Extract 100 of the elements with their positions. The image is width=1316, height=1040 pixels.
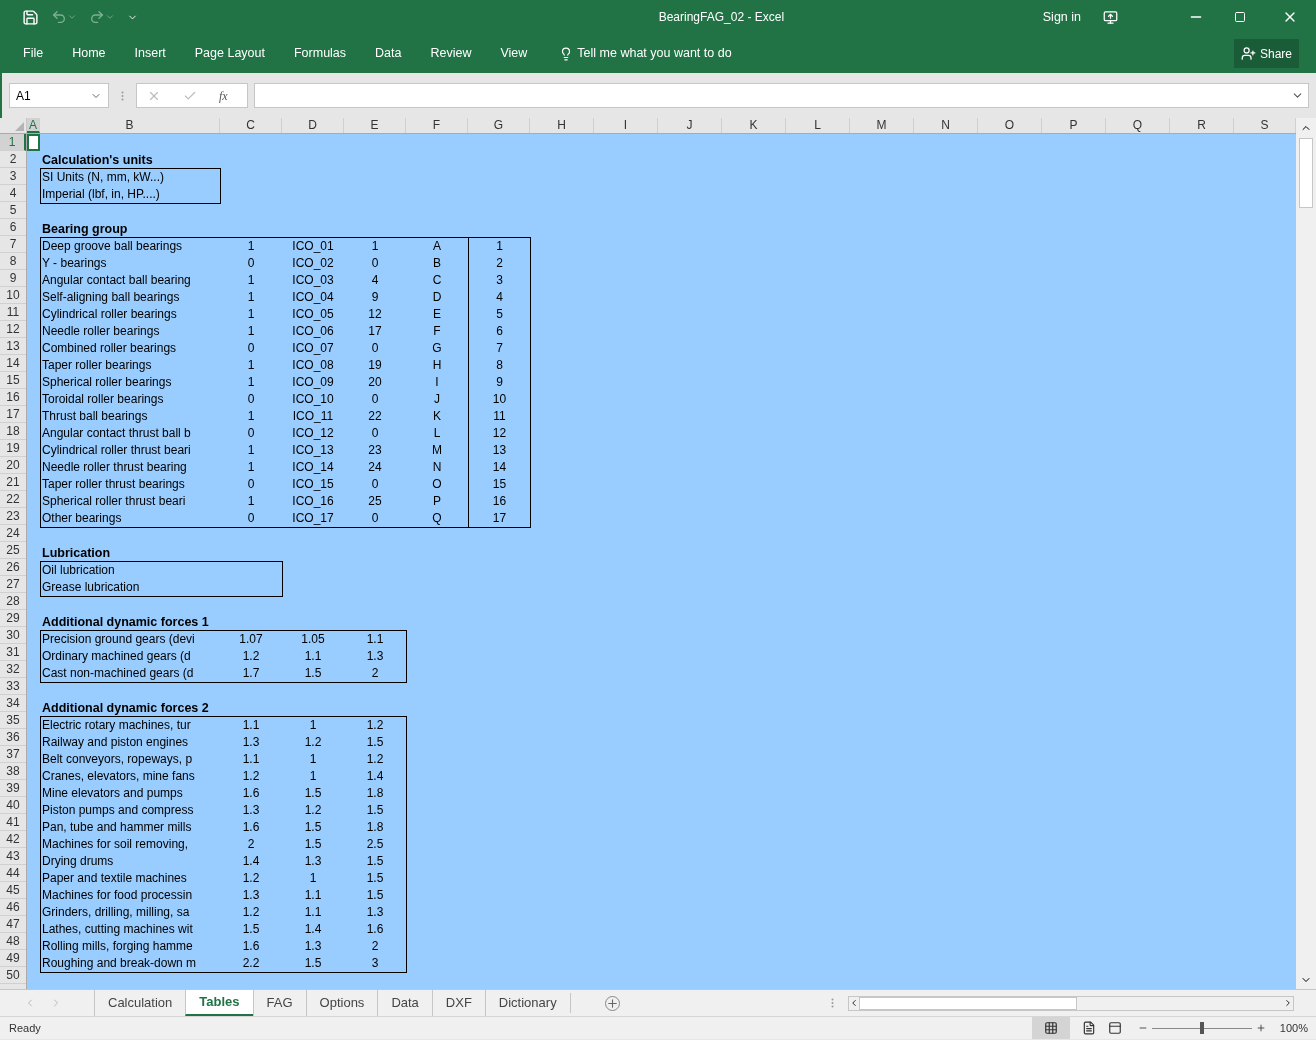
page-layout-icon[interactable] — [1081, 1021, 1096, 1035]
row-header[interactable]: 38 — [0, 763, 26, 780]
row-header[interactable]: 43 — [0, 848, 26, 865]
column-header[interactable]: P — [1042, 118, 1106, 133]
row-header[interactable]: 3 — [0, 168, 26, 185]
zoom-in-icon[interactable] — [1255, 1023, 1266, 1033]
vertical-scrollbar[interactable] — [1296, 118, 1316, 989]
row-header[interactable]: 13 — [0, 338, 26, 355]
sign-in-link[interactable]: Sign in — [1042, 7, 1081, 27]
split-handle-icon[interactable] — [831, 998, 834, 1008]
drag-handle-icon[interactable] — [121, 90, 124, 101]
normal-view-icon[interactable] — [1043, 1021, 1058, 1035]
ribbon-tab[interactable]: Insert — [123, 44, 177, 63]
row-header[interactable]: 31 — [0, 644, 26, 661]
row-header[interactable]: 40 — [0, 797, 26, 814]
column-header[interactable]: D — [282, 118, 344, 133]
row-header[interactable]: 32 — [0, 661, 26, 678]
column-header[interactable]: E — [344, 118, 406, 133]
column-header[interactable]: M — [850, 118, 914, 133]
row-header[interactable]: 44 — [0, 865, 26, 882]
row-header[interactable]: 36 — [0, 729, 26, 746]
page-break-icon[interactable] — [1107, 1021, 1122, 1035]
column-header[interactable]: Q — [1106, 118, 1170, 133]
row-header[interactable]: 11 — [0, 304, 26, 321]
row-header[interactable]: 15 — [0, 372, 26, 389]
zoom-level[interactable]: 100% — [1279, 1019, 1308, 1037]
row-header[interactable]: 41 — [0, 814, 26, 831]
column-header[interactable]: H — [530, 118, 594, 133]
row-header[interactable]: 9 — [0, 270, 26, 287]
column-header[interactable]: O — [978, 118, 1042, 133]
row-header[interactable]: 45 — [0, 882, 26, 899]
row-header[interactable]: 27 — [0, 576, 26, 593]
row-header[interactable]: 8 — [0, 253, 26, 270]
column-header[interactable]: K — [722, 118, 786, 133]
ribbon-tab[interactable]: File — [12, 44, 55, 63]
column-header[interactable]: B — [40, 118, 220, 133]
column-header[interactable]: L — [786, 118, 850, 133]
insert-function-button[interactable]: fx — [219, 86, 228, 105]
row-header[interactable]: 7 — [0, 236, 26, 253]
row-header[interactable]: 49 — [0, 950, 26, 967]
save-icon[interactable] — [22, 8, 39, 26]
row-header[interactable]: 19 — [0, 440, 26, 457]
ribbon-tab[interactable]: View — [489, 44, 539, 63]
ribbon-tab[interactable]: Page Layout — [183, 44, 276, 63]
row-header[interactable]: 29 — [0, 610, 26, 627]
column-header[interactable]: R — [1170, 118, 1234, 133]
row-header[interactable]: 16 — [0, 389, 26, 406]
row-header[interactable]: 2 — [0, 151, 26, 168]
row-header[interactable]: 12 — [0, 321, 26, 338]
row-header[interactable]: 50 — [0, 967, 26, 984]
row-header[interactable]: 20 — [0, 457, 26, 474]
scroll-thumb[interactable] — [1299, 138, 1313, 208]
ribbon-tab[interactable]: Data — [364, 44, 413, 63]
column-header[interactable]: C — [220, 118, 282, 133]
row-header[interactable]: 26 — [0, 559, 26, 576]
row-header[interactable]: 48 — [0, 933, 26, 950]
maximize-icon[interactable] — [1234, 11, 1246, 23]
ribbon-tab[interactable]: Review — [419, 44, 483, 63]
scroll-right-icon[interactable] — [1283, 998, 1293, 1008]
row-header[interactable]: 33 — [0, 678, 26, 695]
name-box[interactable]: A1 — [9, 83, 109, 108]
horizontal-scrollbar[interactable] — [848, 995, 1294, 1011]
column-header[interactable]: F — [406, 118, 468, 133]
tell-me-field[interactable]: Tell me what you want to do — [577, 44, 732, 63]
row-header[interactable]: 30 — [0, 627, 26, 644]
row-header[interactable]: 10 — [0, 287, 26, 304]
redo-icon[interactable] — [89, 9, 105, 25]
row-header[interactable]: 1 — [0, 134, 26, 151]
row-header[interactable]: 14 — [0, 355, 26, 372]
share-button[interactable]: Share — [1233, 39, 1299, 68]
sheet-tab[interactable]: Tables — [185, 990, 253, 1016]
row-header[interactable]: 5 — [0, 202, 26, 219]
column-header[interactable]: G — [468, 118, 530, 133]
column-header[interactable]: N — [914, 118, 978, 133]
scroll-thumb[interactable] — [859, 996, 1077, 1010]
row-header[interactable]: 23 — [0, 508, 26, 525]
row-header[interactable]: 28 — [0, 593, 26, 610]
ribbon-display-icon[interactable] — [1103, 9, 1118, 25]
ribbon-tab[interactable]: Home — [61, 44, 117, 63]
row-header[interactable]: 22 — [0, 491, 26, 508]
row-header[interactable]: 37 — [0, 746, 26, 763]
formula-input[interactable] — [254, 83, 1309, 108]
row-header[interactable]: 6 — [0, 219, 26, 236]
row-header[interactable]: 39 — [0, 780, 26, 797]
row-header[interactable]: 25 — [0, 542, 26, 559]
row-header[interactable]: 4 — [0, 185, 26, 202]
row-header[interactable]: 46 — [0, 899, 26, 916]
column-header[interactable]: I — [594, 118, 658, 133]
row-header[interactable]: 47 — [0, 916, 26, 933]
zoom-slider-track[interactable] — [1151, 1021, 1252, 1035]
row-header[interactable]: 21 — [0, 474, 26, 491]
column-header[interactable]: A — [27, 118, 40, 133]
zoom-slider-thumb[interactable] — [1199, 1022, 1204, 1034]
row-header[interactable]: 34 — [0, 695, 26, 712]
ribbon-tab[interactable]: Formulas — [282, 44, 358, 63]
row-header[interactable]: 24 — [0, 525, 26, 542]
row-header[interactable]: 42 — [0, 831, 26, 848]
column-header[interactable]: J — [658, 118, 722, 133]
row-header[interactable]: 17 — [0, 406, 26, 423]
undo-icon[interactable] — [51, 9, 67, 25]
